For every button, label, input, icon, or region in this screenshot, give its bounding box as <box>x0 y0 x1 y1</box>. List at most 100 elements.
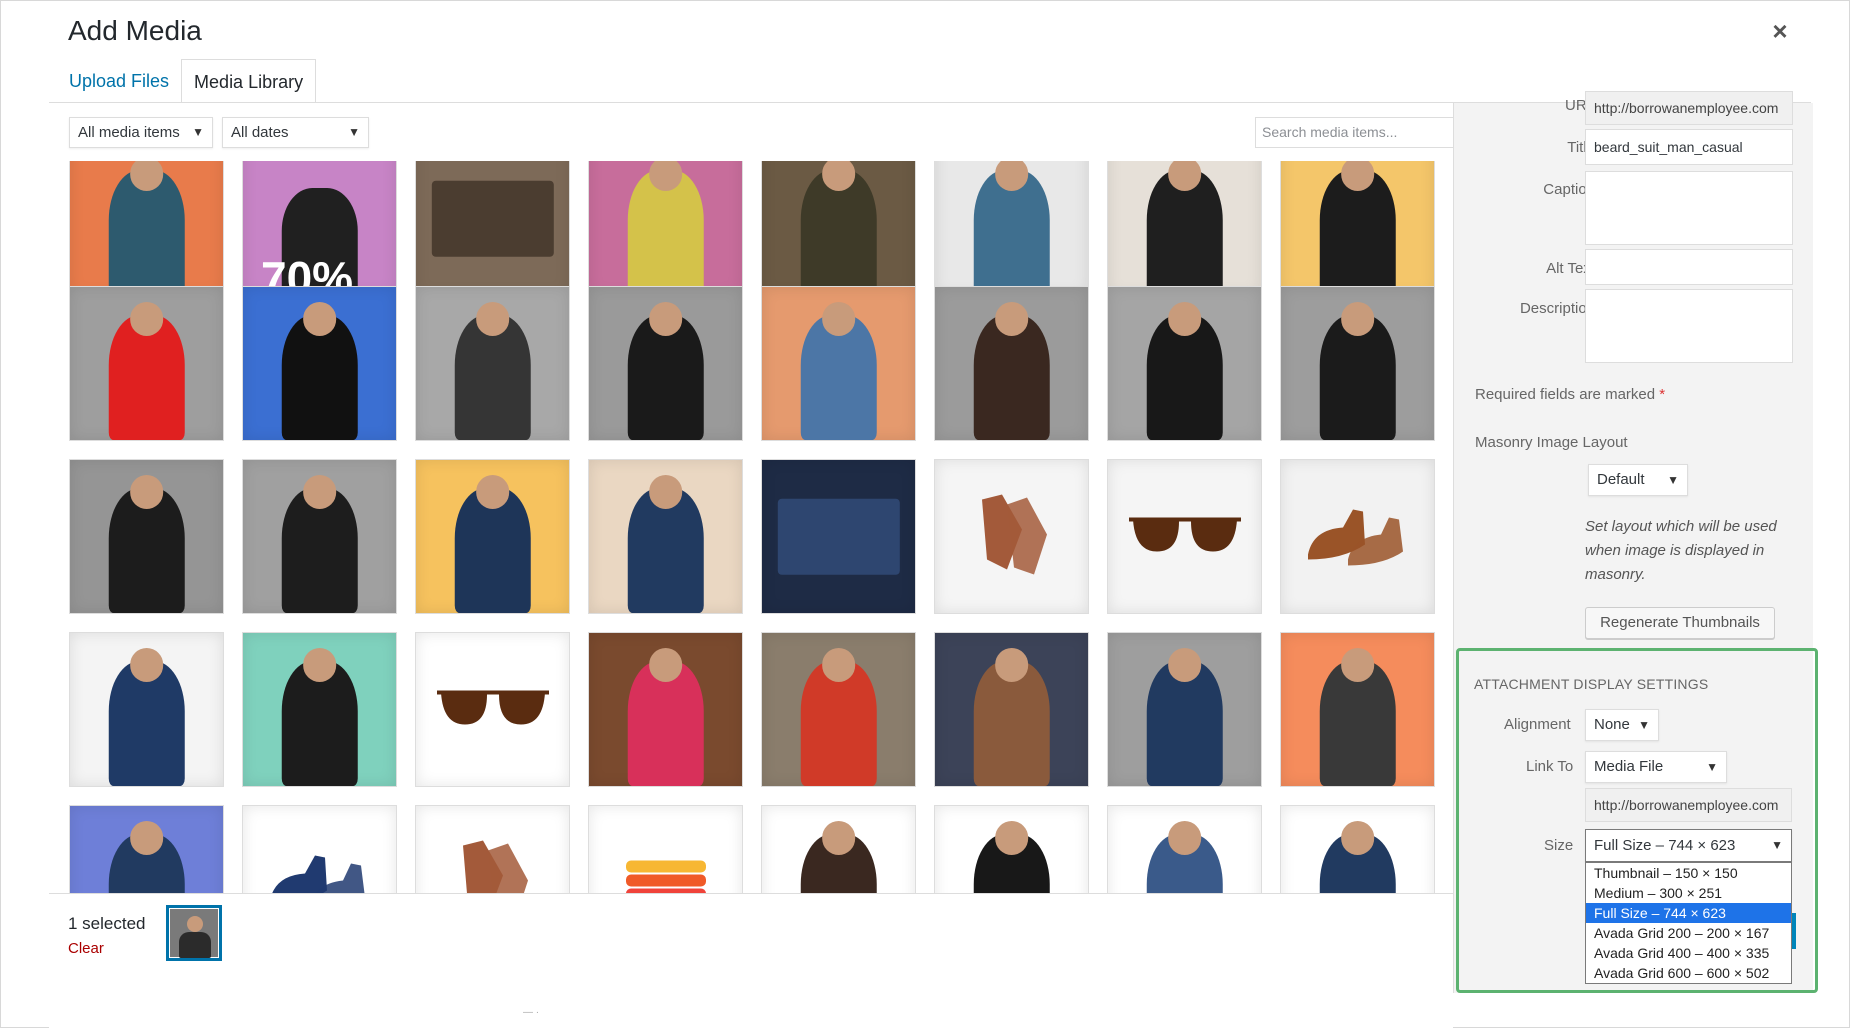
media-thumbnail[interactable] <box>934 805 1089 893</box>
media-thumbnail[interactable] <box>415 632 570 787</box>
media-thumbnail[interactable] <box>1107 286 1262 441</box>
figure-head <box>302 475 337 509</box>
figure-head <box>821 161 856 191</box>
tab-media-library[interactable]: Media Library <box>181 59 317 103</box>
media-thumbnail[interactable] <box>761 161 916 296</box>
media-thumbnail[interactable] <box>1280 161 1435 296</box>
required-fields-text: Required fields are marked <box>1475 386 1656 403</box>
media-thumbnail[interactable] <box>1107 459 1262 614</box>
figure-head <box>994 821 1029 855</box>
chevron-down-icon: ▼ <box>1706 760 1718 774</box>
media-thumbnail[interactable] <box>1280 286 1435 441</box>
figure-head <box>648 302 683 336</box>
link-to-select[interactable]: Media File ▼ <box>1585 751 1727 783</box>
media-thumbnail[interactable] <box>69 459 224 614</box>
tab-upload-files[interactable]: Upload Files <box>57 59 181 103</box>
media-thumbnail[interactable] <box>588 805 743 893</box>
thumbnail-body <box>179 932 211 958</box>
media-thumbnail[interactable] <box>415 286 570 441</box>
size-option[interactable]: Avada Grid 400 – 400 × 335 <box>1586 943 1791 963</box>
media-thumbnail[interactable] <box>1107 161 1262 296</box>
media-tabs: Upload Files Media Library <box>57 59 317 103</box>
media-thumbnail[interactable] <box>69 286 224 441</box>
link-to-value: Media File <box>1594 758 1664 775</box>
clear-selection-link[interactable]: Clear <box>68 940 104 957</box>
masonry-layout-value: Default <box>1597 471 1645 488</box>
size-option[interactable]: Medium – 300 × 251 <box>1586 883 1791 903</box>
media-thumbnail[interactable] <box>69 161 224 296</box>
figure-head <box>129 161 164 191</box>
size-select[interactable]: Full Size – 744 × 623 ▼ <box>1585 829 1792 862</box>
media-thumbnail[interactable] <box>588 286 743 441</box>
media-thumbnail[interactable] <box>242 286 397 441</box>
media-thumbnail[interactable] <box>242 805 397 893</box>
size-option[interactable]: Thumbnail – 150 × 150 <box>1586 863 1791 883</box>
media-thumbnail[interactable] <box>588 161 743 296</box>
figure-head <box>648 475 683 509</box>
shoes-icon <box>265 845 375 893</box>
media-thumbnail[interactable] <box>1107 805 1262 893</box>
media-thumbnail[interactable] <box>761 805 916 893</box>
media-thumbnail[interactable] <box>1107 632 1262 787</box>
media-thumbnail[interactable] <box>69 805 224 893</box>
media-thumbnail[interactable] <box>588 632 743 787</box>
gloves-icon <box>962 489 1062 584</box>
media-type-filter[interactable]: All media items ▼ <box>69 117 213 148</box>
url-field[interactable]: http://borrowanemployee.com <box>1585 91 1793 125</box>
sunglasses-icon <box>1125 509 1245 564</box>
size-value: Full Size – 744 × 623 <box>1594 837 1736 854</box>
alt-text-field[interactable] <box>1585 249 1793 285</box>
required-star: * <box>1659 386 1666 403</box>
add-media-modal: Add Media × Upload Files Media Library A… <box>0 0 1850 1028</box>
figure-head <box>129 475 164 509</box>
size-option[interactable]: Avada Grid 200 – 200 × 167 <box>1586 923 1791 943</box>
resize-handle-icon[interactable]: — · <box>523 1007 539 1018</box>
chevron-down-icon: ▼ <box>1771 838 1783 852</box>
media-thumbnail[interactable] <box>1280 632 1435 787</box>
media-thumbnail[interactable] <box>588 459 743 614</box>
chevron-down-icon: ▼ <box>1638 718 1650 732</box>
description-label: Description <box>1519 300 1595 317</box>
media-thumbnail[interactable] <box>415 161 570 296</box>
media-thumbnail[interactable] <box>934 286 1089 441</box>
figure-head <box>994 648 1029 682</box>
media-thumbnail[interactable]: 70% <box>242 161 397 296</box>
media-thumbnail[interactable] <box>242 632 397 787</box>
media-thumbnail[interactable] <box>934 632 1089 787</box>
size-option[interactable]: Full Size – 744 × 623 <box>1586 903 1791 923</box>
masonry-layout-note: Set layout which will be used when image… <box>1585 518 1777 583</box>
close-icon[interactable]: × <box>1766 16 1794 46</box>
media-thumbnail[interactable] <box>761 632 916 787</box>
media-thumbnail[interactable] <box>934 459 1089 614</box>
figure-head <box>821 302 856 336</box>
date-filter-value: All dates <box>231 124 289 141</box>
figure-head <box>1340 821 1375 855</box>
caption-field[interactable] <box>1585 171 1793 245</box>
media-thumbnail[interactable] <box>1280 805 1435 893</box>
figure-head <box>475 302 510 336</box>
media-thumbnail[interactable] <box>934 161 1089 296</box>
masonry-layout-select[interactable]: Default ▼ <box>1588 464 1688 496</box>
size-option[interactable]: Avada Grid 600 – 600 × 502 <box>1586 963 1791 983</box>
selected-count: 1 selected <box>68 914 146 933</box>
description-field[interactable] <box>1585 289 1793 363</box>
link-to-label: Link To <box>1526 758 1574 775</box>
selected-thumbnail[interactable] <box>166 905 222 961</box>
media-thumbnail[interactable] <box>69 632 224 787</box>
media-thumbnail[interactable] <box>761 286 916 441</box>
alignment-select[interactable]: None ▼ <box>1585 709 1659 741</box>
title-field[interactable]: beard_suit_man_casual <box>1585 129 1793 165</box>
media-thumbnail[interactable] <box>761 459 916 614</box>
search-input[interactable]: Search media items... <box>1255 117 1485 148</box>
media-thumbnail[interactable] <box>415 805 570 893</box>
media-thumbnail[interactable] <box>415 459 570 614</box>
media-thumbnail[interactable] <box>1280 459 1435 614</box>
figure-head <box>1167 302 1202 336</box>
gloves-icon <box>443 835 543 893</box>
regenerate-thumbnails-button[interactable]: Regenerate Thumbnails <box>1585 607 1775 639</box>
link-url-field[interactable]: http://borrowanemployee.com <box>1585 788 1792 822</box>
figure-head <box>994 302 1029 336</box>
media-toolbar: All media items ▼ All dates ▼ Search med… <box>49 103 1485 163</box>
media-thumbnail[interactable] <box>242 459 397 614</box>
date-filter[interactable]: All dates ▼ <box>222 117 369 148</box>
